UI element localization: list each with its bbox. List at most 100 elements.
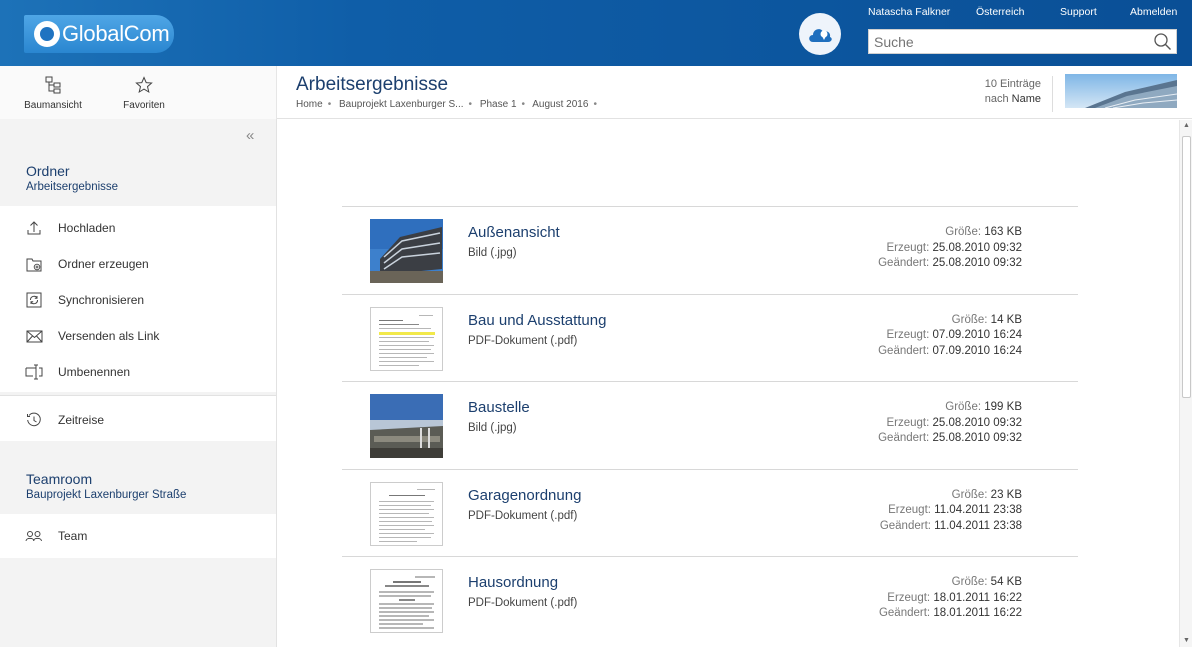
file-row[interactable]: Außenansicht Bild (.jpg) Größe: 163 KB E… — [342, 206, 1078, 294]
logout-link[interactable]: Abmelden — [1130, 6, 1177, 18]
breadcrumb-project[interactable]: Bauprojekt Laxenburger S... — [339, 99, 464, 110]
favorites-button[interactable]: Favoriten — [104, 74, 184, 111]
file-name[interactable]: Hausordnung — [468, 574, 558, 591]
modified-label: Geändert: — [878, 257, 930, 269]
send-link-action[interactable]: Versenden als Link — [0, 318, 276, 354]
rename-action[interactable]: Umbenennen — [0, 354, 276, 390]
sort-info[interactable]: 10 Einträge nach Name — [985, 77, 1041, 107]
sync-icon — [24, 292, 44, 308]
tree-view-label: Baumansicht — [24, 100, 82, 111]
file-modified: 25.08.2010 09:32 — [932, 257, 1022, 269]
file-modified: 18.01.2011 16:22 — [933, 607, 1022, 619]
size-label: Größe: — [945, 401, 982, 413]
file-row[interactable]: Hausordnung PDF-Dokument (.pdf) Größe: 5… — [342, 556, 1078, 644]
created-label: Erzeugt: — [886, 241, 930, 254]
scrollbar-thumb[interactable] — [1182, 136, 1191, 398]
modified-label: Geändert: — [879, 519, 931, 532]
cloud-location-button[interactable] — [799, 13, 841, 55]
send-link-label: Versenden als Link — [58, 329, 160, 343]
file-modified: 11.04.2011 23:38 — [934, 519, 1022, 532]
tree-view-button[interactable]: Baumansicht — [13, 74, 93, 111]
file-list: Außenansicht Bild (.jpg) Größe: 163 KB E… — [342, 206, 1078, 644]
scroll-down-icon[interactable]: ▼ — [1183, 637, 1190, 644]
file-meta: Größe: 163 KB Erzeugt: 25.08.2010 09:32 … — [878, 225, 1022, 272]
search-icon[interactable] — [1153, 32, 1172, 56]
sidebar: « Ordner Arbeitsergebnisse Hochladen Ord… — [0, 119, 277, 647]
vertical-scrollbar[interactable]: ▲ ▼ — [1179, 120, 1192, 647]
globalcom-logo[interactable]: GlobalCom — [24, 15, 174, 53]
document-thumbnail[interactable] — [370, 569, 443, 633]
file-name[interactable]: Bau und Ausstattung — [468, 312, 606, 329]
teamroom-name: Bauprojekt Laxenburger Straße — [26, 489, 187, 501]
cloud-icon — [809, 29, 832, 42]
modified-label: Geändert: — [878, 607, 931, 619]
logo-globe-icon — [34, 21, 60, 47]
search-input[interactable] — [869, 30, 1139, 53]
file-meta: Größe: 14 KB Erzeugt: 07.09.2010 16:24 G… — [878, 313, 1022, 360]
file-created: 07.09.2010 16:24 — [932, 329, 1022, 341]
search-box — [868, 29, 1177, 54]
upload-label: Hochladen — [58, 221, 116, 235]
document-thumbnail[interactable] — [370, 481, 443, 546]
size-label: Größe: — [951, 576, 988, 588]
breadcrumb-home[interactable]: Home — [296, 99, 323, 110]
team-label: Team — [58, 529, 88, 543]
file-modified: 25.08.2010 09:32 — [932, 432, 1022, 444]
upload-action[interactable]: Hochladen — [0, 210, 276, 246]
clock-icon — [24, 412, 44, 428]
document-thumbnail[interactable] — [370, 306, 443, 371]
create-folder-label: Ordner erzeugen — [58, 257, 149, 271]
file-name[interactable]: Baustelle — [468, 399, 530, 416]
team-icon — [24, 530, 44, 542]
collapse-sidebar-icon[interactable]: « — [246, 127, 254, 144]
size-label: Größe: — [951, 488, 988, 501]
file-size: 23 KB — [990, 488, 1022, 501]
size-label: Größe: — [951, 313, 988, 326]
favorites-label: Favoriten — [123, 100, 165, 111]
file-created: 25.08.2010 09:32 — [932, 241, 1022, 254]
timetravel-section: Zeitreise — [0, 395, 276, 441]
support-link[interactable]: Support — [1060, 6, 1097, 18]
folder-actions: Hochladen Ordner erzeugen Synchronisiere… — [0, 206, 276, 392]
sync-action[interactable]: Synchronisieren — [0, 282, 276, 318]
page-title: Arbeitsergebnisse — [296, 74, 449, 95]
file-modified: 07.09.2010 16:24 — [932, 344, 1022, 357]
sub-header: Baumansicht Favoriten Arbeitsergebnisse … — [0, 66, 1192, 119]
view-toolbar: Baumansicht Favoriten — [0, 66, 277, 119]
timetravel-label: Zeitreise — [58, 413, 105, 427]
file-list-panel: Außenansicht Bild (.jpg) Größe: 163 KB E… — [278, 120, 1179, 647]
create-folder-action[interactable]: Ordner erzeugen — [0, 246, 276, 282]
mail-icon — [24, 330, 44, 343]
file-size: 199 KB — [984, 401, 1022, 413]
breadcrumb-phase[interactable]: Phase 1 — [480, 99, 517, 110]
sort-key: Name — [1011, 93, 1041, 105]
image-thumbnail[interactable] — [370, 394, 443, 458]
sort-prefix: nach — [984, 93, 1009, 105]
top-header: GlobalCom Natascha Falkner Österreich Su… — [0, 0, 1192, 66]
file-meta: Größe: 23 KB Erzeugt: 11.04.2011 23:38 G… — [880, 488, 1022, 535]
modified-label: Geändert: — [878, 432, 930, 444]
file-name[interactable]: Außenansicht — [468, 224, 560, 241]
file-type: PDF-Dokument (.pdf) — [468, 334, 578, 347]
image-thumbnail[interactable] — [370, 219, 443, 283]
created-label: Erzeugt: — [886, 416, 930, 429]
file-type: Bild (.jpg) — [468, 422, 517, 434]
breadcrumb-month[interactable]: August 2016 — [532, 99, 588, 110]
folder-section-title: Ordner — [26, 163, 70, 179]
breadcrumb: Home • Bauprojekt Laxenburger S... • Phase… — [296, 99, 597, 110]
file-row[interactable]: Bau und Ausstattung PDF-Dokument (.pdf) … — [342, 293, 1078, 382]
team-action[interactable]: Team — [0, 518, 276, 554]
country-link[interactable]: Österreich — [976, 6, 1024, 18]
file-meta: Größe: 54 KB Erzeugt: 18.01.2011 16:22 G… — [879, 575, 1022, 622]
team-section: Team — [0, 514, 276, 558]
timetravel-action[interactable]: Zeitreise — [0, 402, 276, 438]
user-name-link[interactable]: Natascha Falkner — [868, 6, 950, 18]
file-size: 54 KB — [990, 576, 1022, 588]
file-size: 163 KB — [984, 226, 1022, 238]
file-name[interactable]: Garagenordnung — [468, 487, 581, 504]
folder-add-icon — [24, 257, 44, 272]
file-row[interactable]: Garagenordnung PDF-Dokument (.pdf) Größe… — [342, 468, 1078, 557]
scroll-up-icon[interactable]: ▲ — [1183, 122, 1190, 129]
file-row[interactable]: Baustelle Bild (.jpg) Größe: 199 KB Erze… — [342, 381, 1078, 469]
file-type: Bild (.jpg) — [468, 247, 517, 259]
